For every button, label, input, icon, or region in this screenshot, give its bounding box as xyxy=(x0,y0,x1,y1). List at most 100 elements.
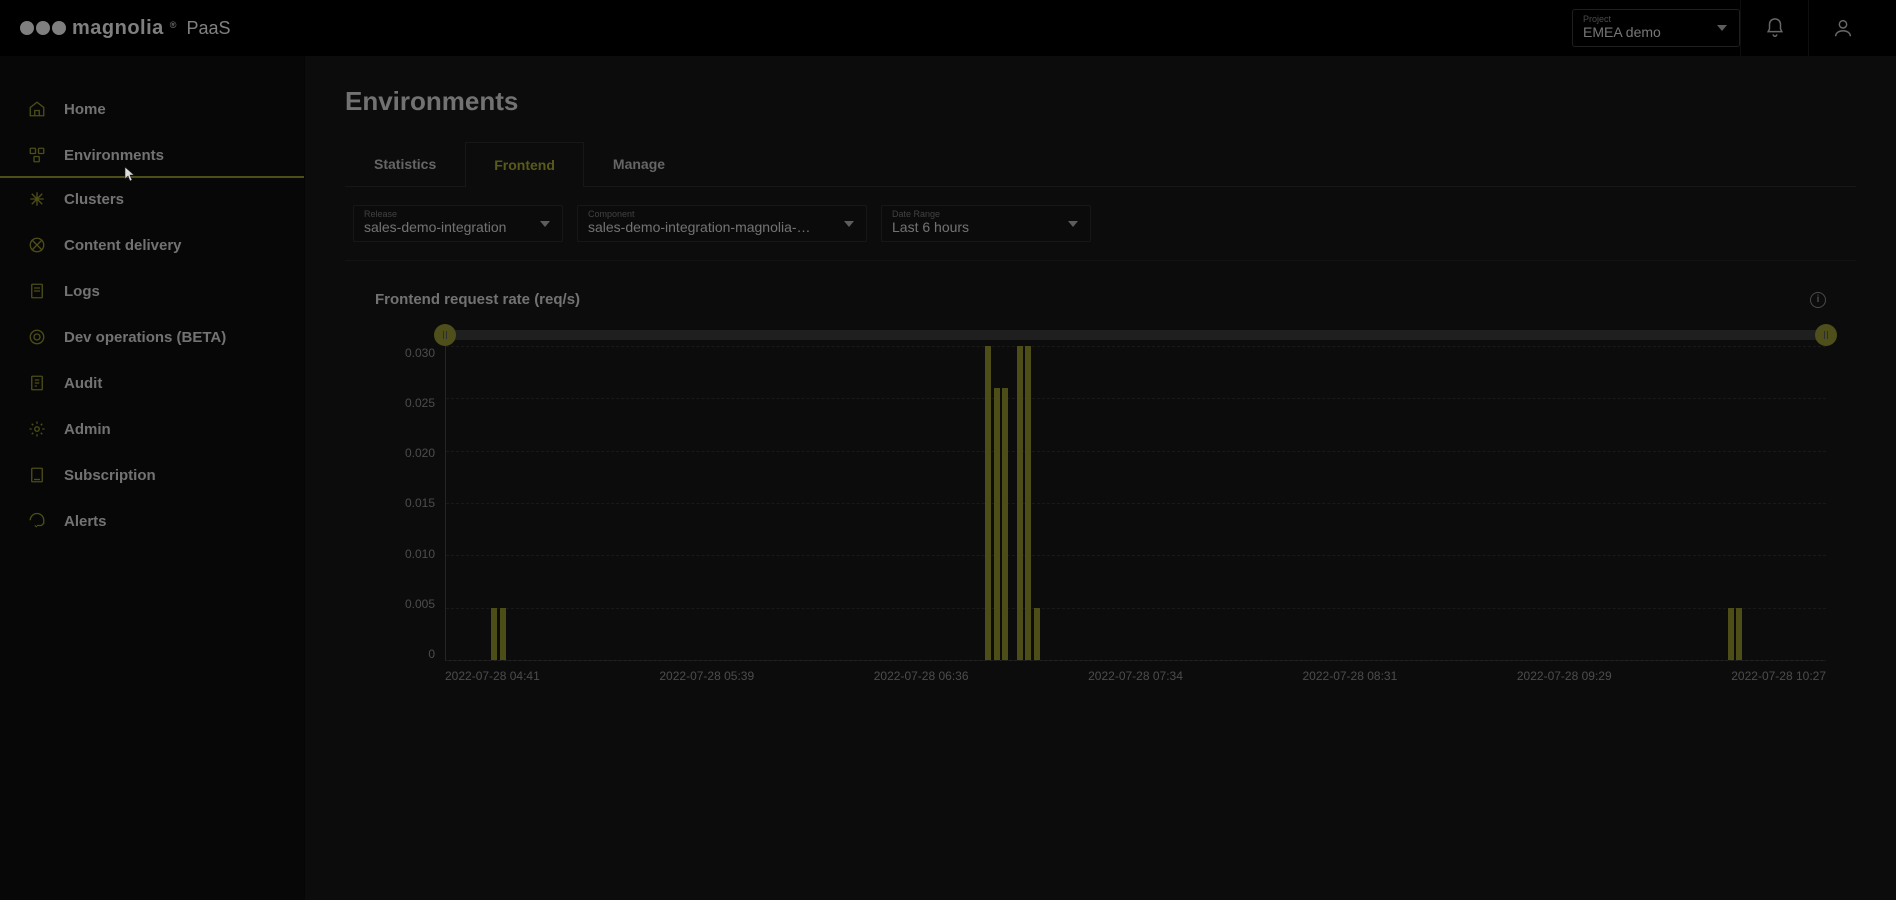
release-select-value: sales-demo-integration xyxy=(364,219,518,235)
sidebar-item-dev-ops[interactable]: Dev operations (BETA) xyxy=(0,314,304,360)
chart-gridline xyxy=(446,555,1826,556)
sidebar-item-environments[interactable]: Environments xyxy=(0,132,304,178)
sidebar-item-label: Logs xyxy=(64,283,100,300)
y-tick-label: 0.015 xyxy=(405,496,435,510)
audit-icon xyxy=(28,374,46,392)
page-title: Environments xyxy=(345,86,1856,117)
range-handle-right[interactable] xyxy=(1815,324,1837,346)
chart-y-axis: 0.0300.0250.0200.0150.0100.0050 xyxy=(375,346,435,661)
project-select[interactable]: Project EMEA demo xyxy=(1572,9,1740,47)
tab-frontend[interactable]: Frontend xyxy=(465,142,584,187)
clusters-icon xyxy=(28,190,46,208)
chart-title-row: Frontend request rate (req/s) i xyxy=(375,291,1826,308)
admin-icon xyxy=(28,420,46,438)
y-tick-label: 0.010 xyxy=(405,547,435,561)
sidebar-item-logs[interactable]: Logs xyxy=(0,268,304,314)
chart-gridline xyxy=(446,346,1826,347)
chart-bar xyxy=(491,608,497,660)
component-select-value: sales-demo-integration-magnolia-helm xyxy=(588,219,818,235)
chart-plot-area xyxy=(445,346,1826,661)
project-select-label: Project xyxy=(1583,14,1695,24)
chart-bar xyxy=(1017,346,1023,660)
chart-title: Frontend request rate (req/s) xyxy=(375,291,580,308)
sidebar-item-label: Admin xyxy=(64,421,111,438)
sidebar-item-subscription[interactable]: Subscription xyxy=(0,452,304,498)
chart-bar xyxy=(1025,346,1031,660)
chevron-down-icon xyxy=(844,221,854,227)
x-tick-label: 2022-07-28 06:36 xyxy=(874,669,969,683)
chart-gridline xyxy=(446,503,1826,504)
sidebar-item-label: Dev operations (BETA) xyxy=(64,329,226,346)
chart-range-slider[interactable] xyxy=(445,330,1826,340)
chart-x-axis: 2022-07-28 04:41 2022-07-28 05:39 2022-07-… xyxy=(445,669,1826,683)
sidebar-item-clusters[interactable]: Clusters xyxy=(0,176,304,222)
x-tick-label: 2022-07-28 04:41 xyxy=(445,669,540,683)
account-button[interactable] xyxy=(1808,0,1876,56)
notifications-button[interactable] xyxy=(1740,0,1808,56)
chart-bar xyxy=(985,346,991,660)
y-tick-label: 0.025 xyxy=(405,396,435,410)
chevron-down-icon xyxy=(1717,25,1727,31)
component-select[interactable]: Component sales-demo-integration-magnoli… xyxy=(577,205,867,242)
daterange-select-label: Date Range xyxy=(892,209,1046,219)
chevron-down-icon xyxy=(1068,221,1078,227)
sidebar-item-content-delivery[interactable]: Content delivery xyxy=(0,222,304,268)
main-content: Environments StatisticsFrontendManage Re… xyxy=(305,56,1896,900)
chart-gridline xyxy=(446,398,1826,399)
alerts-icon xyxy=(28,512,46,530)
chart-gridline xyxy=(446,608,1826,609)
y-tick-label: 0.020 xyxy=(405,446,435,460)
sidebar-item-label: Subscription xyxy=(64,467,156,484)
chart-bar xyxy=(1002,388,1008,660)
topbar: magnolia ® PaaS Project EMEA demo xyxy=(0,0,1896,56)
environments-icon xyxy=(28,146,46,164)
filter-bar: Release sales-demo-integration Component… xyxy=(345,187,1856,261)
brand-word: magnolia xyxy=(72,17,164,40)
sidebar-item-label: Audit xyxy=(64,375,102,392)
sidebar-item-admin[interactable]: Admin xyxy=(0,406,304,452)
sidebar-item-home[interactable]: Home xyxy=(0,86,304,132)
brand-logo: magnolia ® xyxy=(20,17,176,40)
chevron-down-icon xyxy=(540,221,550,227)
release-select[interactable]: Release sales-demo-integration xyxy=(353,205,563,242)
sidebar-item-label: Home xyxy=(64,101,106,118)
sidebar-item-label: Clusters xyxy=(64,191,124,208)
info-icon[interactable]: i xyxy=(1810,292,1826,308)
project-select-value: EMEA demo xyxy=(1583,24,1695,40)
chart-gridline xyxy=(446,660,1826,661)
brand-mark-icon xyxy=(20,21,66,35)
chart-bar xyxy=(1034,608,1040,660)
y-tick-label: 0.030 xyxy=(405,346,435,360)
x-tick-label: 2022-07-28 08:31 xyxy=(1303,669,1398,683)
dev-ops-icon xyxy=(28,328,46,346)
brand-registered-icon: ® xyxy=(170,20,177,30)
tabs: StatisticsFrontendManage xyxy=(345,141,1856,187)
daterange-select[interactable]: Date Range Last 6 hours xyxy=(881,205,1091,242)
daterange-select-value: Last 6 hours xyxy=(892,219,1046,235)
user-icon xyxy=(1832,17,1854,39)
chart-bar xyxy=(1736,608,1742,660)
chart-bar xyxy=(500,608,506,660)
subscription-icon xyxy=(28,466,46,484)
sidebar: Home Environments Clusters Content delivery… xyxy=(0,56,305,900)
logs-icon xyxy=(28,282,46,300)
tab-statistics[interactable]: Statistics xyxy=(345,141,465,186)
home-icon xyxy=(28,100,46,118)
x-tick-label: 2022-07-28 10:27 xyxy=(1731,669,1826,683)
brand-suffix: PaaS xyxy=(186,18,230,39)
sidebar-item-label: Content delivery xyxy=(64,237,182,254)
x-tick-label: 2022-07-28 05:39 xyxy=(659,669,754,683)
x-tick-label: 2022-07-28 07:34 xyxy=(1088,669,1183,683)
tab-manage[interactable]: Manage xyxy=(584,141,694,186)
chart-bar xyxy=(1728,608,1734,660)
sidebar-item-alerts[interactable]: Alerts xyxy=(0,498,304,544)
y-tick-label: 0.005 xyxy=(405,597,435,611)
sidebar-item-audit[interactable]: Audit xyxy=(0,360,304,406)
bell-icon xyxy=(1764,17,1786,39)
range-handle-left[interactable] xyxy=(434,324,456,346)
release-select-label: Release xyxy=(364,209,518,219)
chart-bar xyxy=(994,388,1000,660)
sidebar-item-label: Environments xyxy=(64,147,164,164)
component-select-label: Component xyxy=(588,209,822,219)
chart-card: Frontend request rate (req/s) i 0.030 0.0… xyxy=(345,291,1856,683)
